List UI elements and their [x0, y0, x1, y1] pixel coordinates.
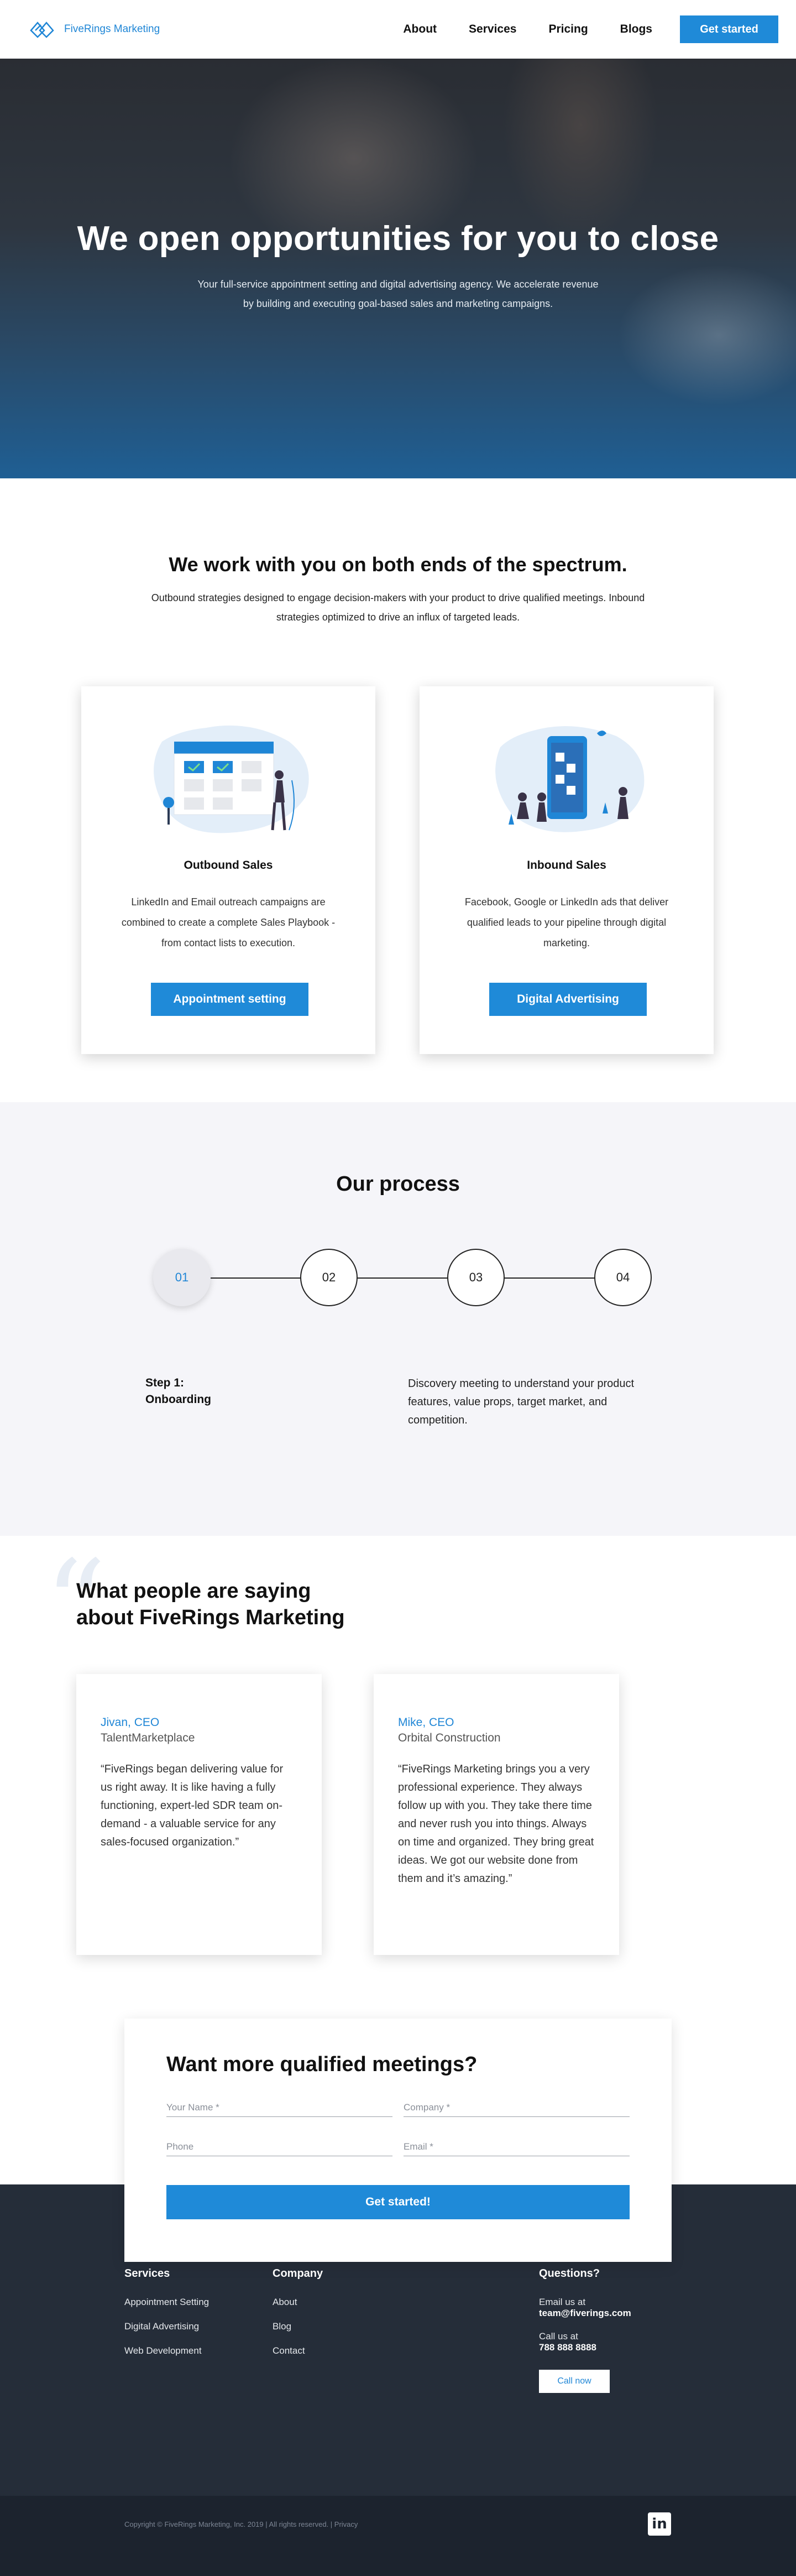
phone-illustration [495, 726, 645, 832]
footer-link-about[interactable]: About [273, 2297, 323, 2308]
contact-form: Want more qualified meetings? Get starte… [124, 2019, 672, 2262]
testimonial-company: Orbital Construction [398, 1732, 501, 1744]
nav-blogs[interactable]: Blogs [620, 23, 652, 36]
outbound-card: Outbound Sales LinkedIn and Email outrea… [81, 686, 375, 1054]
hero-title: We open opportunities for you to close [77, 220, 719, 258]
footer-bottom-bar: Copyright © FiveRings Marketing, Inc. 20… [0, 2496, 796, 2576]
testimonial-company: TalentMarketplace [101, 1732, 195, 1744]
steps-connector [181, 1277, 623, 1279]
step-4[interactable]: 04 [594, 1249, 652, 1306]
inbound-title: Inbound Sales [527, 859, 606, 872]
hero-subtitle: Your full-service appointment setting an… [182, 275, 614, 314]
spectrum-description: Outbound strategies designed to engage d… [133, 588, 663, 627]
company-field[interactable] [404, 2102, 630, 2117]
hero-content: We open opportunities for you to close Y… [0, 219, 796, 314]
footer-link-web-development[interactable]: Web Development [124, 2345, 209, 2356]
inbound-desc: Facebook, Google or LinkedIn ads that de… [464, 896, 669, 948]
nav-services[interactable]: Services [469, 23, 516, 36]
process-title: Our process [336, 1172, 460, 1196]
contact-title: Want more qualified meetings? [166, 2053, 478, 2076]
footer-questions: Questions? Email us at team@fiverings.co… [539, 2267, 631, 2393]
outbound-title: Outbound Sales [184, 859, 273, 872]
name-field[interactable] [166, 2102, 392, 2117]
outbound-desc: LinkedIn and Email outreach campaigns ar… [121, 896, 336, 948]
testimonial-card: Jivan, CEO TalentMarketplace “FiveRings … [76, 1674, 322, 1955]
get-started-button[interactable]: Get started [680, 15, 778, 43]
digital-advertising-button[interactable]: Digital Advertising [489, 983, 647, 1016]
testimonial-card: Mike, CEO Orbital Construction “FiveRing… [374, 1674, 619, 1955]
footer-link-digital-advertising[interactable]: Digital Advertising [124, 2321, 209, 2332]
logo-text: FiveRings Marketing [64, 23, 160, 35]
phone-number[interactable]: 788 888 8888 [539, 2342, 631, 2353]
submit-button[interactable]: Get started! [166, 2185, 630, 2219]
testimonials-title: What people are saying about FiveRings M… [76, 1579, 345, 1629]
spectrum-desc-line-2: strategies optimized to drive an influx … [276, 612, 520, 623]
email-address[interactable]: team@fiverings.com [539, 2308, 631, 2319]
copyright-text: Copyright © FiveRings Marketing, Inc. 20… [124, 2520, 358, 2528]
spectrum-desc-line-1: Outbound strategies designed to engage d… [151, 592, 645, 603]
service-cards: Outbound Sales LinkedIn and Email outrea… [81, 686, 714, 1054]
inbound-card: Inbound Sales Facebook, Google or Linked… [420, 686, 714, 1054]
process-steps: 01 02 03 04 [153, 1249, 653, 1307]
nav-pricing[interactable]: Pricing [548, 23, 588, 36]
process-section: Our process 01 02 03 04 Step 1: Onboardi… [0, 1102, 796, 1536]
footer-questions-title: Questions? [539, 2267, 600, 2280]
email-field[interactable] [404, 2141, 630, 2156]
footer-link-contact[interactable]: Contact [273, 2345, 323, 2356]
site-header: FiveRings Marketing About Services Prici… [0, 0, 796, 59]
step-label: Step 1: [145, 1376, 185, 1389]
calendar-illustration [154, 725, 309, 833]
spectrum-title: We work with you on both ends of the spe… [169, 553, 627, 576]
step-1[interactable]: 01 [153, 1249, 211, 1306]
testimonial-quote: “FiveRings Marketing brings you a very p… [398, 1763, 594, 1885]
phone-field[interactable] [166, 2141, 392, 2156]
step-heading: Step 1: Onboarding [145, 1375, 256, 1408]
form-row [166, 2102, 630, 2117]
step-description: Discovery meeting to understand your pro… [408, 1378, 635, 1426]
contact-footer-section: Want more qualified meetings? Get starte… [0, 2019, 796, 2576]
form-row [166, 2141, 630, 2156]
footer-link-blog[interactable]: Blog [273, 2321, 323, 2332]
footer-link-appointment-setting[interactable]: Appointment Setting [124, 2297, 209, 2308]
main-nav: About Services Pricing Blogs Get started [403, 15, 778, 43]
footer-company: Company About Blog Contact [273, 2267, 323, 2370]
email-label: Email us at [539, 2297, 586, 2307]
call-now-button[interactable]: Call now [539, 2370, 610, 2393]
call-label: Call us at [539, 2331, 578, 2342]
testimonial-author: Mike, CEO [398, 1716, 454, 1729]
footer-services: Services Appointment Setting Digital Adv… [124, 2267, 209, 2370]
step-3[interactable]: 03 [447, 1249, 505, 1306]
hero-section: We open opportunities for you to close Y… [0, 59, 796, 478]
hero-subtitle-line-2: by building and executing goal-based sal… [243, 298, 553, 309]
footer-company-title: Company [273, 2267, 323, 2280]
testimonial-quote: “FiveRings began delivering value for us… [101, 1763, 284, 1848]
linkedin-icon[interactable]: in [648, 2512, 671, 2536]
logo[interactable]: FiveRings Marketing [28, 19, 160, 39]
step-2[interactable]: 02 [300, 1249, 358, 1306]
nav-about[interactable]: About [403, 23, 437, 36]
appointment-setting-button[interactable]: Appointment setting [151, 983, 308, 1016]
rings-logo-icon [30, 22, 54, 38]
hero-subtitle-line-1: Your full-service appointment setting an… [197, 279, 599, 290]
spectrum-section: We work with you on both ends of the spe… [0, 478, 796, 1102]
testimonial-author: Jivan, CEO [101, 1716, 160, 1729]
step-name: Onboarding [145, 1393, 211, 1406]
testimonials-section: “ What people are saying about FiveRings… [0, 1536, 796, 2019]
footer-services-title: Services [124, 2267, 170, 2280]
